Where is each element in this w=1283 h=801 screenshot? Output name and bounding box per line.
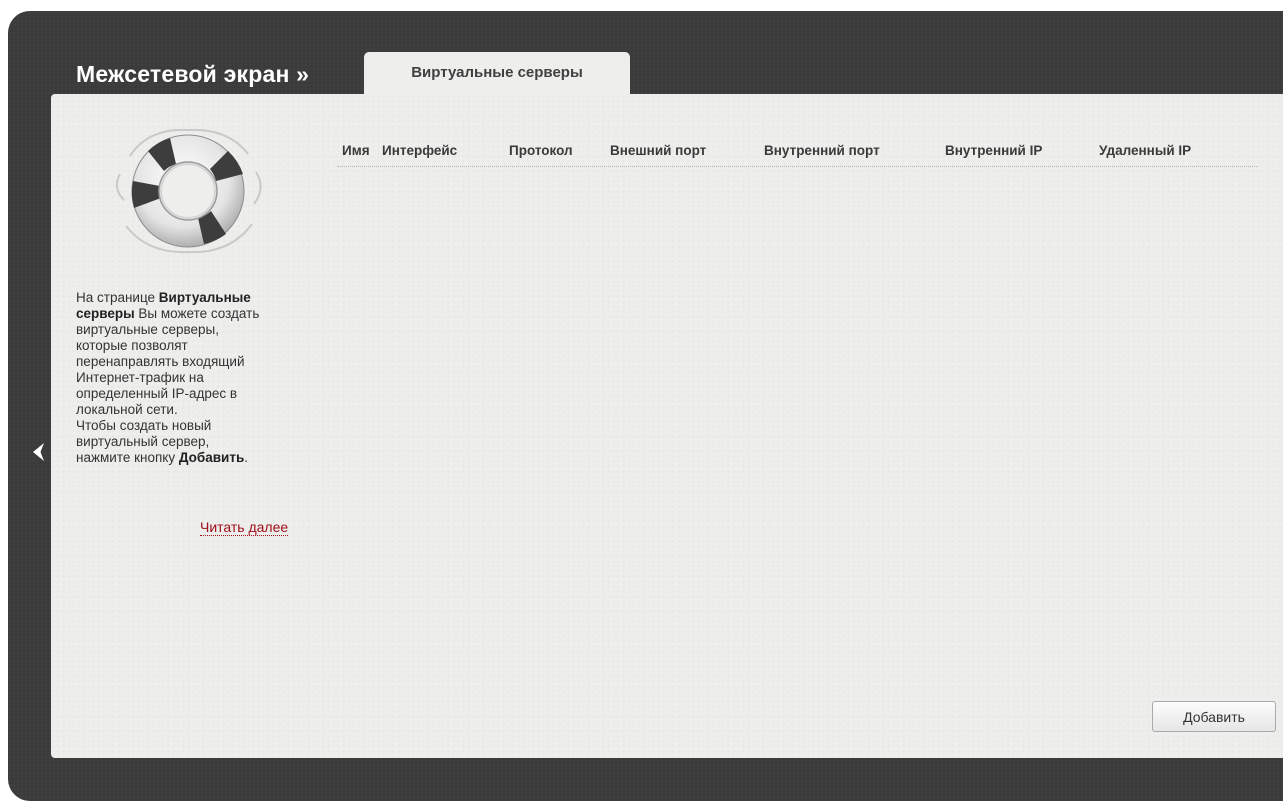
back-arrow-icon[interactable] xyxy=(28,440,48,464)
help-line: серверы Вы можете создать xyxy=(76,306,306,322)
column-name[interactable]: Имя xyxy=(342,143,370,158)
help-text-segment: определенный IP-адрес в xyxy=(76,386,238,401)
help-line: локальной сети. xyxy=(76,402,306,418)
help-text: На странице Виртуальные серверы Вы можете… xyxy=(76,290,306,466)
help-text-segment: Интернет-трафик на xyxy=(76,370,204,385)
table-header: Имя Интерфейс Протокол Внешний порт Внут… xyxy=(337,141,1257,167)
help-line: нажмите кнопку Добавить. xyxy=(76,450,306,466)
help-text-segment: виртуальные серверы, xyxy=(76,322,219,337)
column-remote-ip[interactable]: Удаленный IP xyxy=(1099,143,1191,158)
column-external-port[interactable]: Внешний порт xyxy=(610,143,706,158)
help-text-segment: перенаправлять входящий xyxy=(76,354,245,369)
help-text-segment: Добавить xyxy=(178,450,245,465)
column-internal-ip[interactable]: Внутренний IP xyxy=(945,143,1042,158)
column-protocol[interactable]: Протокол xyxy=(509,143,573,158)
help-text-segment: На странице xyxy=(76,290,159,305)
help-text-segment: серверы xyxy=(76,306,135,321)
read-more-link[interactable]: Читать далее xyxy=(200,519,289,536)
help-line: определенный IP-адрес в xyxy=(76,386,306,402)
help-line: Интернет-трафик на xyxy=(76,370,306,386)
help-text-segment: нажмите кнопку xyxy=(76,450,179,465)
help-text-segment: локальной сети. xyxy=(76,402,178,417)
help-line: которые позволят xyxy=(76,338,306,354)
help-text-segment: Вы можете создать xyxy=(134,306,260,321)
add-button[interactable]: Добавить xyxy=(1152,701,1276,732)
column-internal-port[interactable]: Внутренний порт xyxy=(764,143,880,158)
help-text-segment: Виртуальные xyxy=(158,290,251,305)
tab-virtual-servers[interactable]: Виртуальные серверы xyxy=(364,52,630,96)
help-line: Чтобы создать новый xyxy=(76,418,306,434)
help-line: перенаправлять входящий xyxy=(76,354,306,370)
help-text-segment: виртуальный сервер, xyxy=(76,434,210,449)
help-line: виртуальные серверы, xyxy=(76,322,306,338)
column-interface[interactable]: Интерфейс xyxy=(382,143,457,158)
help-text-segment: . xyxy=(244,450,249,465)
help-line: На странице Виртуальные xyxy=(76,290,306,306)
help-text-segment: которые позволят xyxy=(76,338,188,353)
lifebuoy-icon xyxy=(115,128,262,254)
help-text-segment: Чтобы создать новый xyxy=(76,418,212,433)
page-title: Межсетевой экран » xyxy=(76,61,310,87)
help-line: виртуальный сервер, xyxy=(76,434,306,450)
